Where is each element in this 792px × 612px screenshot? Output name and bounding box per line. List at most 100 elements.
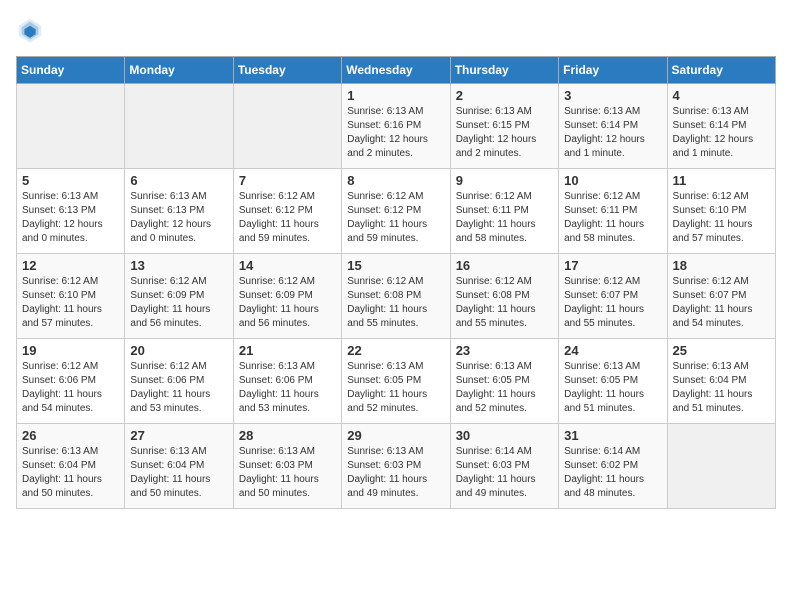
day-number: 27 [130, 428, 227, 443]
calendar-cell: 10 Sunrise: 6:12 AM Sunset: 6:11 PM Dayli… [559, 169, 667, 254]
calendar-cell: 24 Sunrise: 6:13 AM Sunset: 6:05 PM Dayli… [559, 339, 667, 424]
day-info: Sunrise: 6:13 AM Sunset: 6:03 PM Dayligh… [239, 445, 336, 501]
day-number: 2 [456, 88, 553, 103]
day-info: Sunrise: 6:13 AM Sunset: 6:13 PM Dayligh… [130, 190, 227, 246]
calendar-cell: 12Sunrise: 6:12 AM Sunset: 6:10 PM Dayli… [17, 254, 125, 339]
day-number: 11 [673, 173, 770, 188]
day-number: 9 [456, 173, 553, 188]
weekday-header-tuesday: Tuesday [233, 57, 341, 84]
calendar-cell [233, 84, 341, 169]
calendar-cell: 28 Sunrise: 6:13 AM Sunset: 6:03 PM Dayli… [233, 424, 341, 509]
day-number: 21 [239, 343, 336, 358]
day-info: Sunrise: 6:12 AM Sunset: 6:08 PM Dayligh… [456, 275, 553, 331]
calendar-cell: 25Sunrise: 6:13 AM Sunset: 6:04 PM Dayli… [667, 339, 775, 424]
calendar-cell: 29 Sunrise: 6:13 AM Sunset: 6:03 PM Dayli… [342, 424, 450, 509]
weekday-header-monday: Monday [125, 57, 233, 84]
day-number: 16 [456, 258, 553, 273]
calendar-cell: 31 Sunrise: 6:14 AM Sunset: 6:02 PM Dayli… [559, 424, 667, 509]
day-number: 29 [347, 428, 444, 443]
calendar-week-row: 26 Sunrise: 6:13 AM Sunset: 6:04 PM Dayli… [17, 424, 776, 509]
day-number: 30 [456, 428, 553, 443]
day-number: 24 [564, 343, 661, 358]
calendar-cell: 4Sunrise: 6:13 AM Sunset: 6:14 PM Daylig… [667, 84, 775, 169]
day-info: Sunrise: 6:12 AM Sunset: 6:12 PM Dayligh… [347, 190, 444, 246]
day-info: Sunrise: 6:12 AM Sunset: 6:09 PM Dayligh… [239, 275, 336, 331]
weekday-header-sunday: Sunday [17, 57, 125, 84]
day-number: 28 [239, 428, 336, 443]
day-info: Sunrise: 6:13 AM Sunset: 6:05 PM Dayligh… [347, 360, 444, 416]
day-info: Sunrise: 6:12 AM Sunset: 6:10 PM Dayligh… [673, 190, 770, 246]
weekday-header-friday: Friday [559, 57, 667, 84]
page-header [16, 16, 776, 44]
calendar-cell: 6 Sunrise: 6:13 AM Sunset: 6:13 PM Daylig… [125, 169, 233, 254]
day-info: Sunrise: 6:13 AM Sunset: 6:14 PM Dayligh… [673, 105, 770, 161]
calendar-cell: 14Sunrise: 6:12 AM Sunset: 6:09 PM Dayli… [233, 254, 341, 339]
day-info: Sunrise: 6:13 AM Sunset: 6:06 PM Dayligh… [239, 360, 336, 416]
calendar-week-row: 19 Sunrise: 6:12 AM Sunset: 6:06 PM Dayli… [17, 339, 776, 424]
day-number: 1 [347, 88, 444, 103]
day-number: 31 [564, 428, 661, 443]
day-number: 6 [130, 173, 227, 188]
day-info: Sunrise: 6:14 AM Sunset: 6:02 PM Dayligh… [564, 445, 661, 501]
calendar-cell: 27Sunrise: 6:13 AM Sunset: 6:04 PM Dayli… [125, 424, 233, 509]
day-info: Sunrise: 6:13 AM Sunset: 6:16 PM Dayligh… [347, 105, 444, 161]
day-number: 19 [22, 343, 119, 358]
day-info: Sunrise: 6:12 AM Sunset: 6:12 PM Dayligh… [239, 190, 336, 246]
day-number: 20 [130, 343, 227, 358]
weekday-header-thursday: Thursday [450, 57, 558, 84]
day-number: 8 [347, 173, 444, 188]
calendar-cell: 2 Sunrise: 6:13 AM Sunset: 6:15 PM Daylig… [450, 84, 558, 169]
day-number: 3 [564, 88, 661, 103]
logo [16, 16, 48, 44]
day-info: Sunrise: 6:12 AM Sunset: 6:09 PM Dayligh… [130, 275, 227, 331]
calendar-week-row: 12Sunrise: 6:12 AM Sunset: 6:10 PM Dayli… [17, 254, 776, 339]
day-info: Sunrise: 6:13 AM Sunset: 6:03 PM Dayligh… [347, 445, 444, 501]
day-info: Sunrise: 6:13 AM Sunset: 6:04 PM Dayligh… [673, 360, 770, 416]
calendar-week-row: 5Sunrise: 6:13 AM Sunset: 6:13 PM Daylig… [17, 169, 776, 254]
day-info: Sunrise: 6:12 AM Sunset: 6:10 PM Dayligh… [22, 275, 119, 331]
calendar-cell: 9 Sunrise: 6:12 AM Sunset: 6:11 PM Daylig… [450, 169, 558, 254]
day-number: 23 [456, 343, 553, 358]
calendar-cell: 21 Sunrise: 6:13 AM Sunset: 6:06 PM Dayli… [233, 339, 341, 424]
calendar-cell: 30 Sunrise: 6:14 AM Sunset: 6:03 PM Dayli… [450, 424, 558, 509]
day-info: Sunrise: 6:13 AM Sunset: 6:04 PM Dayligh… [22, 445, 119, 501]
logo-icon [16, 16, 44, 44]
day-number: 26 [22, 428, 119, 443]
calendar-cell: 7 Sunrise: 6:12 AM Sunset: 6:12 PM Daylig… [233, 169, 341, 254]
weekday-header-row: SundayMondayTuesdayWednesdayThursdayFrid… [17, 57, 776, 84]
calendar-week-row: 1 Sunrise: 6:13 AM Sunset: 6:16 PM Daylig… [17, 84, 776, 169]
calendar-cell: 15 Sunrise: 6:12 AM Sunset: 6:08 PM Dayli… [342, 254, 450, 339]
calendar-cell: 23Sunrise: 6:13 AM Sunset: 6:05 PM Dayli… [450, 339, 558, 424]
day-info: Sunrise: 6:12 AM Sunset: 6:11 PM Dayligh… [456, 190, 553, 246]
day-number: 17 [564, 258, 661, 273]
calendar-cell [667, 424, 775, 509]
day-number: 7 [239, 173, 336, 188]
day-info: Sunrise: 6:13 AM Sunset: 6:14 PM Dayligh… [564, 105, 661, 161]
calendar-cell: 22Sunrise: 6:13 AM Sunset: 6:05 PM Dayli… [342, 339, 450, 424]
calendar-cell [17, 84, 125, 169]
calendar-cell: 11 Sunrise: 6:12 AM Sunset: 6:10 PM Dayli… [667, 169, 775, 254]
day-info: Sunrise: 6:12 AM Sunset: 6:08 PM Dayligh… [347, 275, 444, 331]
calendar-cell: 8 Sunrise: 6:12 AM Sunset: 6:12 PM Daylig… [342, 169, 450, 254]
calendar-cell: 17 Sunrise: 6:12 AM Sunset: 6:07 PM Dayli… [559, 254, 667, 339]
day-info: Sunrise: 6:12 AM Sunset: 6:11 PM Dayligh… [564, 190, 661, 246]
day-info: Sunrise: 6:12 AM Sunset: 6:06 PM Dayligh… [130, 360, 227, 416]
day-number: 10 [564, 173, 661, 188]
day-info: Sunrise: 6:14 AM Sunset: 6:03 PM Dayligh… [456, 445, 553, 501]
calendar-cell: 1 Sunrise: 6:13 AM Sunset: 6:16 PM Daylig… [342, 84, 450, 169]
calendar-table: SundayMondayTuesdayWednesdayThursdayFrid… [16, 56, 776, 509]
calendar-cell [125, 84, 233, 169]
calendar-cell: 20 Sunrise: 6:12 AM Sunset: 6:06 PM Dayli… [125, 339, 233, 424]
day-number: 15 [347, 258, 444, 273]
calendar-cell: 19 Sunrise: 6:12 AM Sunset: 6:06 PM Dayli… [17, 339, 125, 424]
day-info: Sunrise: 6:12 AM Sunset: 6:07 PM Dayligh… [564, 275, 661, 331]
day-number: 13 [130, 258, 227, 273]
day-info: Sunrise: 6:13 AM Sunset: 6:05 PM Dayligh… [564, 360, 661, 416]
day-info: Sunrise: 6:13 AM Sunset: 6:15 PM Dayligh… [456, 105, 553, 161]
day-info: Sunrise: 6:12 AM Sunset: 6:07 PM Dayligh… [673, 275, 770, 331]
calendar-cell: 18Sunrise: 6:12 AM Sunset: 6:07 PM Dayli… [667, 254, 775, 339]
weekday-header-wednesday: Wednesday [342, 57, 450, 84]
day-info: Sunrise: 6:13 AM Sunset: 6:13 PM Dayligh… [22, 190, 119, 246]
calendar-cell: 26 Sunrise: 6:13 AM Sunset: 6:04 PM Dayli… [17, 424, 125, 509]
day-info: Sunrise: 6:12 AM Sunset: 6:06 PM Dayligh… [22, 360, 119, 416]
